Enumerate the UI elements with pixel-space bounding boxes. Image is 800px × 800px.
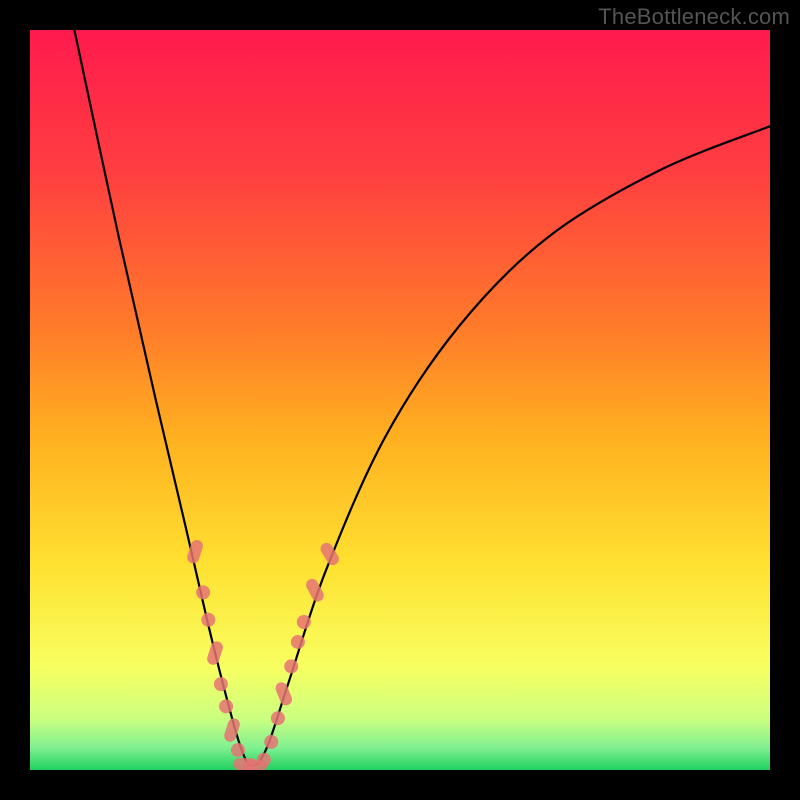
marker-dot (214, 677, 228, 691)
marker-dot (264, 735, 278, 749)
marker-capsule (206, 640, 225, 667)
bottleneck-curve (74, 30, 770, 766)
marker-capsule (318, 541, 341, 568)
marker-capsule (274, 680, 294, 707)
marker-dot (201, 613, 215, 627)
data-markers (186, 538, 342, 770)
watermark-text: TheBottleneck.com (598, 4, 790, 30)
marker-dot (196, 585, 210, 599)
curve-layer (30, 30, 770, 770)
marker-dot (284, 659, 298, 673)
marker-dot (297, 615, 311, 629)
marker-dot (271, 711, 285, 725)
marker-dot (291, 635, 305, 649)
marker-dot (219, 699, 233, 713)
marker-dot (231, 743, 245, 757)
marker-dot (257, 753, 271, 767)
chart-frame: TheBottleneck.com (0, 0, 800, 800)
plot-area (30, 30, 770, 770)
